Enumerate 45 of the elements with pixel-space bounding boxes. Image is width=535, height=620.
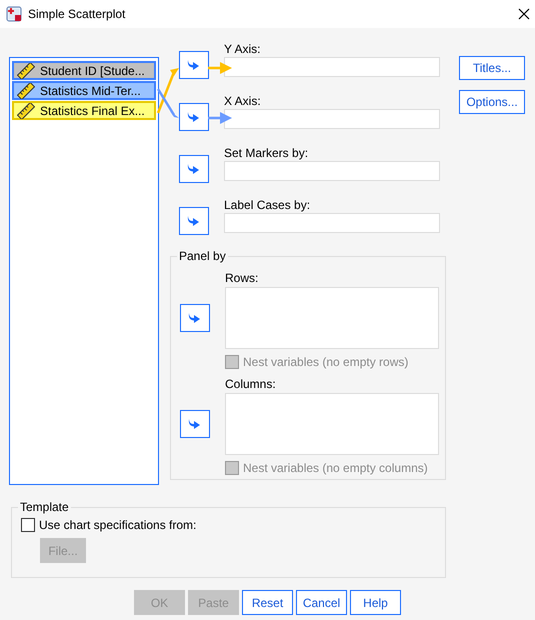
window-title: Simple Scatterplot [28, 7, 126, 21]
list-field[interactable] [225, 287, 439, 349]
input-field[interactable] [224, 161, 440, 181]
arrow-icon [187, 59, 201, 71]
field-label: Label Cases by: [224, 197, 312, 213]
field-label: Y Axis: [224, 41, 262, 57]
ruler-icon [17, 82, 35, 98]
field-label: Set Markers by: [224, 145, 310, 161]
input-field[interactable] [224, 213, 440, 233]
field-label: X Axis: [224, 93, 262, 109]
close-icon[interactable] [518, 8, 530, 20]
dialog-button[interactable]: Options... [459, 90, 525, 114]
dialog-button[interactable]: Titles... [459, 56, 525, 80]
field-label: Columns: [225, 377, 277, 391]
arrow-icon [187, 163, 201, 175]
dialog-button[interactable]: Help [350, 590, 401, 615]
variable-item[interactable]: Statistics Mid-Ter... [12, 81, 156, 100]
checkbox-label: Use chart specifications from: [39, 518, 196, 532]
dialog-button[interactable]: Reset [242, 590, 293, 615]
scatterplot-icon [6, 6, 22, 22]
group-title: Panel by [178, 249, 227, 263]
list-field[interactable] [225, 393, 439, 455]
checkbox-label: Nest variables (no empty rows) [243, 355, 408, 369]
checkbox[interactable] [21, 518, 35, 532]
move-variable-button[interactable] [180, 410, 210, 438]
group-title: Template [19, 500, 70, 514]
arrow-icon [187, 215, 201, 227]
ruler-icon [17, 102, 35, 118]
move-variable-button[interactable] [179, 51, 209, 79]
ruler-icon [17, 62, 35, 78]
checkbox-label: Nest variables (no empty columns) [243, 461, 428, 475]
arrow-icon [188, 312, 202, 324]
dialog-button[interactable]: Cancel [296, 590, 347, 615]
field-label: Rows: [225, 271, 260, 285]
move-variable-button[interactable] [179, 103, 209, 131]
input-field[interactable] [224, 109, 440, 129]
variable-item[interactable]: Student ID [Stude... [12, 61, 156, 80]
move-variable-button[interactable] [179, 207, 209, 235]
variable-item[interactable]: Statistics Final Ex... [12, 101, 156, 120]
arrow-icon [187, 111, 201, 123]
variable-list[interactable]: Student ID [Stude... Statistics Mid-Ter... Statistics Final Ex... [9, 57, 159, 485]
move-variable-button[interactable] [179, 155, 209, 183]
arrow-icon [188, 418, 202, 430]
input-field[interactable] [224, 57, 440, 77]
move-variable-button[interactable] [180, 304, 210, 332]
